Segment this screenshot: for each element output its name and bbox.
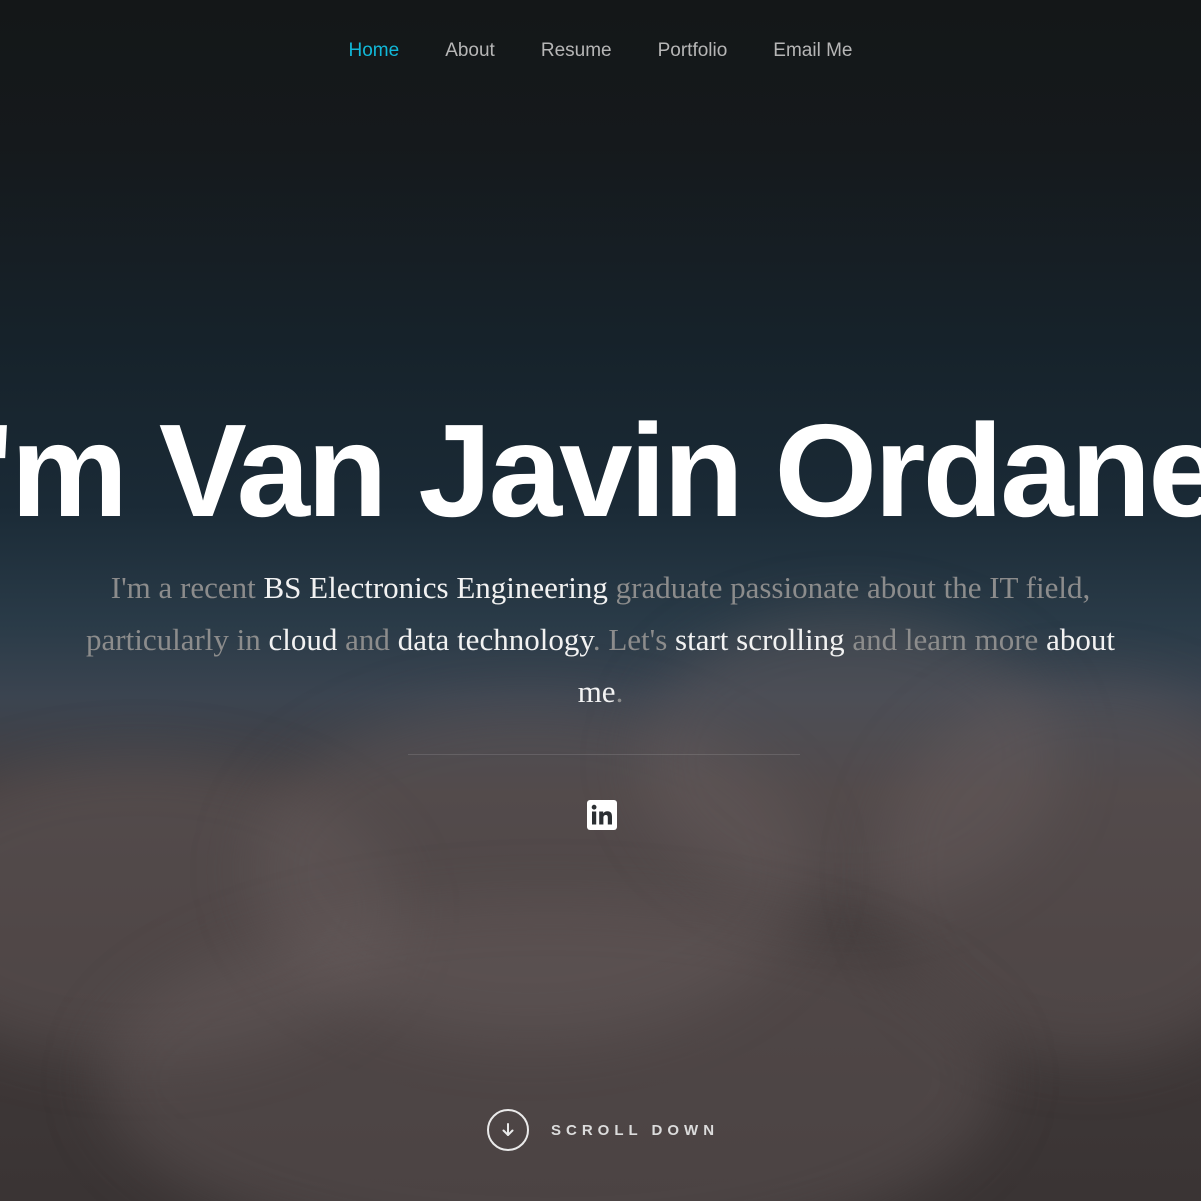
arrow-down-icon (502, 1123, 514, 1136)
intro-text: . Let's (592, 622, 676, 657)
intro-highlight: start scrolling (675, 622, 845, 657)
hero-divider (408, 754, 800, 755)
main-nav: Home About Resume Portfolio Email Me (0, 36, 1201, 66)
nav-item-portfolio[interactable]: Portfolio (658, 40, 728, 62)
intro-text: and (337, 622, 398, 657)
hero-headline: I'm Van Javin Ordanel (0, 397, 1201, 544)
intro-text: I'm a recent (110, 570, 264, 605)
scroll-down-label: SCROLL DOWN (551, 1121, 720, 1139)
linkedin-link[interactable] (586, 799, 618, 831)
nav-item-home[interactable]: Home (349, 40, 400, 62)
linkedin-icon (587, 800, 617, 830)
nav-item-resume[interactable]: Resume (541, 40, 612, 62)
intro-highlight: cloud (268, 622, 338, 657)
intro-text: . (615, 674, 624, 709)
intro-text: and learn more (844, 622, 1047, 657)
scroll-down-link[interactable]: SCROLL DOWN (487, 1108, 719, 1152)
intro-highlight: BS Electronics Engineering (263, 570, 608, 605)
nav-item-about[interactable]: About (445, 40, 495, 62)
intro-highlight: data technology (397, 622, 593, 657)
hero-intro: I'm a recent BS Electronics Engineering … (70, 562, 1131, 718)
nav-item-email-me[interactable]: Email Me (773, 40, 852, 62)
scroll-circle (487, 1109, 529, 1151)
